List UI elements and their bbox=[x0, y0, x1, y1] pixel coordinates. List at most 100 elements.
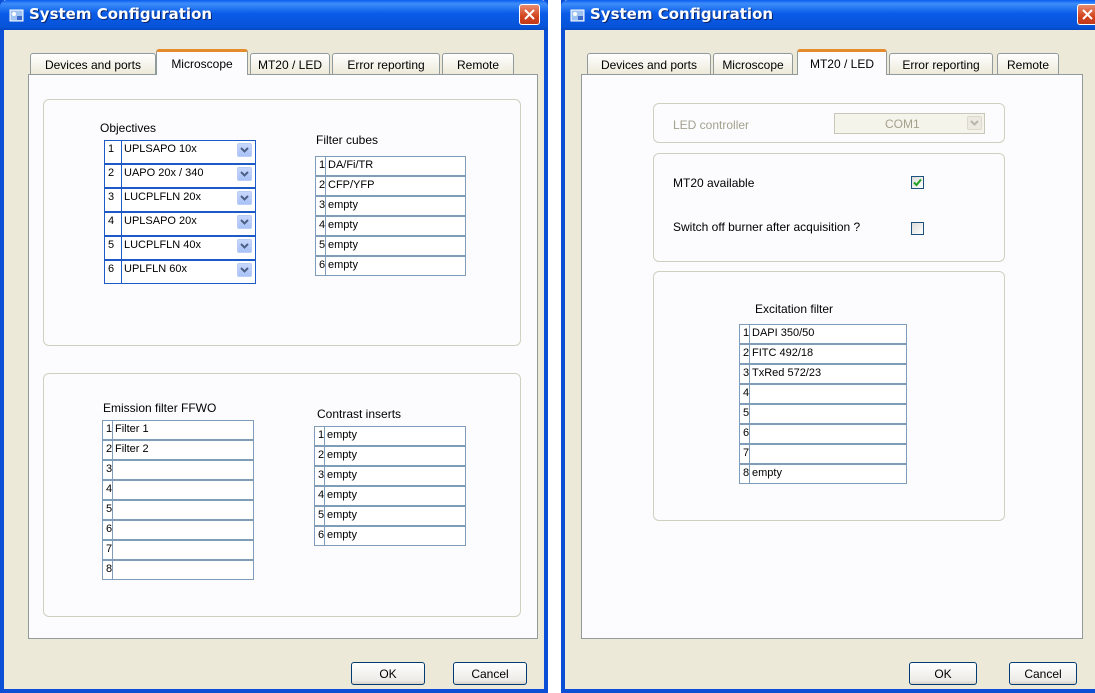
window-title: System Configuration bbox=[590, 5, 774, 23]
row-index: 1 bbox=[108, 143, 115, 155]
tab-mt20-led[interactable]: MT20 / LED bbox=[797, 49, 887, 75]
contrast-insert-row[interactable]: 3 empty bbox=[314, 466, 466, 486]
excitation-filter-row[interactable]: 7 bbox=[739, 444, 907, 464]
switch-off-burner-label: Switch off burner after acquisition ? bbox=[673, 220, 861, 234]
contrast-insert-row[interactable]: 1 empty bbox=[314, 426, 466, 446]
switch-off-burner-checkbox[interactable] bbox=[911, 222, 924, 235]
dropdown-button[interactable] bbox=[237, 167, 252, 181]
dropdown-button[interactable] bbox=[237, 215, 252, 229]
emission-filter-row[interactable]: 4 bbox=[102, 480, 254, 500]
dropdown-button[interactable] bbox=[237, 143, 252, 157]
title-bar[interactable]: System Configuration bbox=[561, 0, 1095, 30]
objective-row[interactable]: 2 UAPO 20x / 340 bbox=[104, 164, 256, 188]
led-controller-label: LED controller bbox=[673, 118, 750, 132]
tab-mt20-led[interactable]: MT20 / LED bbox=[250, 53, 330, 75]
led-controller-group: LED controller COM1 bbox=[653, 103, 1005, 143]
row-index: 5 bbox=[108, 239, 115, 251]
excitation-filter-row[interactable]: 6 bbox=[739, 424, 907, 444]
filter-cube-row[interactable]: 5 empty bbox=[315, 236, 466, 256]
filter-cube-row[interactable]: 1 DA/Fi/TR bbox=[315, 156, 466, 176]
objective-row[interactable]: 6 UPLFLN 60x bbox=[104, 260, 256, 284]
emission-filter-row[interactable]: 8 bbox=[102, 560, 254, 580]
objective-row[interactable]: 5 LUCPLFLN 40x bbox=[104, 236, 256, 260]
objectives-filtercubes-group: Objectives 1 UPLSAPO 10x 2 UAPO 20x / 340 3 L… bbox=[43, 99, 521, 346]
tab-strip: Devices and ports Microscope MT20 / LED … bbox=[587, 47, 1087, 75]
objective-row[interactable]: 1 UPLSAPO 10x bbox=[104, 140, 256, 164]
left-dialog-window: System Configuration Devices and ports M… bbox=[0, 0, 548, 693]
ok-button[interactable]: OK bbox=[909, 662, 977, 685]
close-button[interactable] bbox=[519, 4, 540, 25]
column-divider bbox=[749, 405, 750, 423]
tab-remote[interactable]: Remote bbox=[442, 53, 514, 75]
contrast-insert-row[interactable]: 2 empty bbox=[314, 446, 466, 466]
contrast-insert-row[interactable]: 6 empty bbox=[314, 526, 466, 546]
tab-devices-and-ports[interactable]: Devices and ports bbox=[587, 53, 711, 75]
row-index: 3 bbox=[108, 191, 115, 203]
contrast-inserts-label: Contrast inserts bbox=[317, 407, 402, 421]
tab-remote[interactable]: Remote bbox=[997, 53, 1059, 75]
row-value: CFP/YFP bbox=[328, 179, 375, 191]
emission-filter-row[interactable]: 5 bbox=[102, 500, 254, 520]
column-divider bbox=[112, 541, 113, 559]
chevron-down-icon bbox=[240, 171, 249, 177]
column-divider bbox=[749, 445, 750, 463]
emission-filter-row[interactable]: 6 bbox=[102, 520, 254, 540]
row-value: empty bbox=[328, 219, 358, 231]
objective-row[interactable]: 3 LUCPLFLN 20x bbox=[104, 188, 256, 212]
row-value: empty bbox=[328, 239, 358, 251]
row-index: 6 bbox=[108, 263, 115, 275]
column-divider bbox=[324, 447, 325, 465]
led-controller-dropdown-button[interactable] bbox=[967, 116, 982, 130]
column-divider bbox=[749, 345, 750, 363]
ok-button[interactable]: OK bbox=[351, 662, 425, 685]
row-value: empty bbox=[327, 449, 357, 461]
emission-contrast-group: Emission filter FFWO 1 Filter 1 2 Filter 23… bbox=[43, 373, 521, 617]
filter-cube-row[interactable]: 2 CFP/YFP bbox=[315, 176, 466, 196]
title-bar[interactable]: System Configuration bbox=[0, 0, 548, 30]
emission-filter-label: Emission filter FFWO bbox=[103, 401, 217, 415]
tab-microscope[interactable]: Microscope bbox=[156, 49, 248, 75]
cancel-button[interactable]: Cancel bbox=[453, 662, 527, 685]
filter-cube-row[interactable]: 6 empty bbox=[315, 256, 466, 276]
dropdown-button[interactable] bbox=[237, 191, 252, 205]
excitation-filter-group: Excitation filter 1 DAPI 350/50 2 FITC 492/… bbox=[653, 271, 1005, 521]
column-divider bbox=[325, 157, 326, 175]
column-divider bbox=[112, 521, 113, 539]
row-value: UAPO 20x / 340 bbox=[124, 167, 204, 179]
tab-error-reporting[interactable]: Error reporting bbox=[332, 53, 440, 75]
tab-microscope[interactable]: Microscope bbox=[713, 53, 793, 75]
filter-cube-row[interactable]: 3 empty bbox=[315, 196, 466, 216]
column-divider bbox=[325, 197, 326, 215]
row-value: empty bbox=[327, 469, 357, 481]
excitation-filter-row[interactable]: 1 DAPI 350/50 bbox=[739, 324, 907, 344]
row-value: UPLSAPO 10x bbox=[124, 143, 197, 155]
column-divider bbox=[121, 237, 122, 259]
column-divider bbox=[325, 257, 326, 275]
excitation-filter-row[interactable]: 5 bbox=[739, 404, 907, 424]
emission-filter-row[interactable]: 1 Filter 1 bbox=[102, 420, 254, 440]
excitation-filter-row[interactable]: 8 empty bbox=[739, 464, 907, 484]
row-value: empty bbox=[327, 529, 357, 541]
tab-devices-and-ports[interactable]: Devices and ports bbox=[30, 53, 156, 75]
dropdown-button[interactable] bbox=[237, 239, 252, 253]
close-button[interactable] bbox=[1077, 4, 1095, 25]
filter-cube-row[interactable]: 4 empty bbox=[315, 216, 466, 236]
emission-filter-row[interactable]: 2 Filter 2 bbox=[102, 440, 254, 460]
excitation-filter-row[interactable]: 4 bbox=[739, 384, 907, 404]
objective-row[interactable]: 4 UPLSAPO 20x bbox=[104, 212, 256, 236]
row-value: TxRed 572/23 bbox=[752, 367, 822, 379]
mt20-available-checkbox[interactable] bbox=[911, 176, 924, 189]
contrast-insert-row[interactable]: 4 empty bbox=[314, 486, 466, 506]
emission-filter-row[interactable]: 7 bbox=[102, 540, 254, 560]
row-value: DA/Fi/TR bbox=[328, 159, 374, 171]
led-controller-dropdown[interactable]: COM1 bbox=[834, 113, 985, 134]
chevron-down-icon bbox=[970, 120, 979, 126]
contrast-insert-row[interactable]: 5 empty bbox=[314, 506, 466, 526]
tab-error-reporting[interactable]: Error reporting bbox=[889, 53, 993, 75]
dropdown-button[interactable] bbox=[237, 263, 252, 277]
column-divider bbox=[749, 385, 750, 403]
cancel-button[interactable]: Cancel bbox=[1009, 662, 1077, 685]
emission-filter-row[interactable]: 3 bbox=[102, 460, 254, 480]
excitation-filter-row[interactable]: 2 FITC 492/18 bbox=[739, 344, 907, 364]
excitation-filter-row[interactable]: 3 TxRed 572/23 bbox=[739, 364, 907, 384]
